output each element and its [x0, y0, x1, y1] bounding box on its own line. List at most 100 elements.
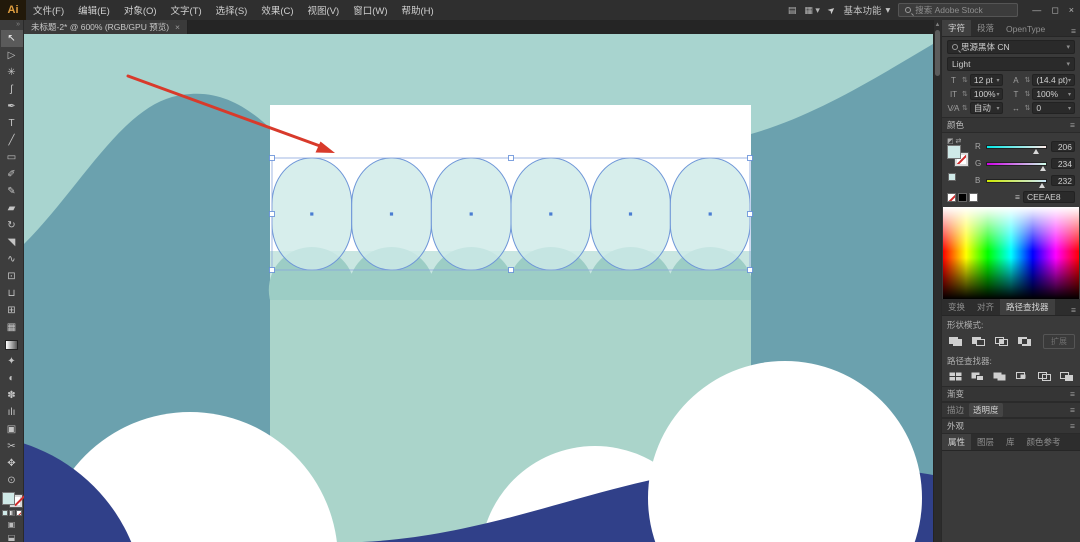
tab-transparency[interactable]: 透明度 [969, 403, 1003, 417]
color-panel-header[interactable]: 颜色 ≡ [942, 117, 1080, 133]
rectangle-tool[interactable]: ▭ [1, 149, 23, 166]
hex-value-field[interactable]: CEEAE8 [1023, 191, 1075, 203]
perspective-grid-tool[interactable]: ⊞ [1, 302, 23, 319]
minus-front-button[interactable] [970, 335, 987, 348]
crop-button[interactable] [1014, 370, 1030, 383]
menu-object[interactable]: 对象(O) [117, 0, 164, 20]
tab-pathfinder[interactable]: 路径查找器 [1000, 299, 1055, 315]
menu-help[interactable]: 帮助(H) [395, 0, 441, 20]
none-swatch[interactable] [947, 192, 956, 202]
tab-opentype[interactable]: OpenType [1000, 22, 1051, 36]
none-mode-icon[interactable] [15, 510, 22, 516]
canvas-vertical-scrollbar[interactable]: ▲ [933, 20, 941, 542]
red-value[interactable]: 206 [1051, 141, 1075, 152]
share-icon[interactable]: ➤ [825, 3, 838, 16]
stepper-icon[interactable]: ⇅ [962, 90, 968, 98]
leading-field[interactable]: A ⇅ (14.4 pt) ▾ [1009, 74, 1075, 86]
trim-button[interactable] [969, 370, 985, 383]
eyedropper-tool[interactable]: ✦ [1, 353, 23, 370]
mesh-tool[interactable]: ▦ [1, 319, 23, 336]
tab-libraries[interactable]: 库 [1000, 434, 1021, 450]
width-tool[interactable]: ∿ [1, 251, 23, 268]
free-transform-tool[interactable]: ⊡ [1, 268, 23, 285]
close-button[interactable]: × [1069, 5, 1074, 16]
drawing-mode-icon[interactable]: ▣ [8, 520, 16, 529]
exclude-button[interactable] [1016, 335, 1033, 348]
menu-select[interactable]: 选择(S) [209, 0, 255, 20]
selection-tool[interactable]: ↖ [0, 30, 23, 47]
red-slider[interactable] [986, 144, 1047, 154]
stepper-icon[interactable]: ⇅ [962, 104, 968, 112]
slice-tool[interactable]: ✂ [1, 438, 23, 455]
horizontal-scale-field[interactable]: T ⇅ 100% ▾ [1009, 88, 1075, 100]
tab-paragraph[interactable]: 段落 [971, 20, 1000, 36]
zoom-tool[interactable]: ⊙ [1, 472, 23, 489]
merge-button[interactable] [992, 370, 1008, 383]
vertical-scale-field[interactable]: IT ⇅ 100% ▾ [947, 88, 1004, 100]
stroke-transparency-header[interactable]: 描边 透明度 ≡ [942, 402, 1080, 418]
tab-close-icon[interactable]: × [175, 22, 180, 32]
minus-back-button[interactable] [1059, 370, 1075, 383]
green-value[interactable]: 234 [1051, 158, 1075, 169]
fill-proxy[interactable] [947, 145, 961, 159]
document-arrange-icon[interactable]: ▤ [788, 5, 797, 16]
hand-tool[interactable]: ✥ [1, 455, 23, 472]
font-size-field[interactable]: T ⇅ 12 pt ▾ [947, 74, 1004, 86]
menu-file[interactable]: 文件(F) [26, 0, 71, 20]
appearance-panel-header[interactable]: 外观 ≡ [942, 418, 1080, 434]
font-family-select[interactable]: 思源黑体 CN ▾ [947, 40, 1075, 54]
last-color-swatch[interactable] [948, 173, 956, 181]
panel-menu-icon[interactable]: ≡ [1071, 26, 1080, 36]
menu-type[interactable]: 文字(T) [164, 0, 209, 20]
line-segment-tool[interactable]: ╱ [1, 132, 23, 149]
fill-stroke-toggle-icon[interactable]: ◩ ⇄ [947, 137, 961, 145]
gradient-panel-header[interactable]: 渐变 ≡ [942, 386, 1080, 402]
menu-edit[interactable]: 编辑(E) [71, 0, 117, 20]
panel-menu-icon[interactable]: ≡ [1070, 389, 1075, 399]
restore-button[interactable]: ◻ [1051, 5, 1058, 16]
document-tab[interactable]: 未标题-2* @ 600% (RGB/GPU 预览) × [24, 20, 189, 34]
pen-tool[interactable]: ✒ [1, 98, 23, 115]
gradient-mode-icon[interactable] [8, 510, 15, 516]
panel-menu-icon[interactable]: ≡ [1070, 405, 1075, 415]
outline-button[interactable] [1036, 370, 1052, 383]
direct-selection-tool[interactable]: ▷ [1, 47, 23, 64]
column-graph-tool[interactable]: ılı [1, 404, 23, 421]
artboard-tool[interactable]: ▣ [1, 421, 23, 438]
black-swatch[interactable] [958, 192, 967, 202]
menu-view[interactable]: 视图(V) [301, 0, 347, 20]
unite-button[interactable] [947, 335, 964, 348]
panel-menu-icon[interactable]: ≡ [1070, 120, 1075, 130]
fill-stroke-widget[interactable] [1, 492, 23, 508]
scale-tool[interactable]: ◥ [1, 234, 23, 251]
tab-color-guide[interactable]: 颜色参考 [1021, 434, 1067, 450]
scrollbar-thumb[interactable] [935, 30, 940, 76]
green-slider[interactable] [986, 161, 1047, 171]
pencil-tool[interactable]: ✎ [1, 183, 23, 200]
shape-builder-tool[interactable]: ⊔ [1, 285, 23, 302]
scroll-up-icon[interactable]: ▲ [935, 20, 941, 30]
color-spectrum[interactable] [943, 207, 1079, 299]
magic-wand-tool[interactable]: ✳ [1, 64, 23, 81]
kerning-field[interactable]: V⁄A ⇅ 自动 ▾ [947, 102, 1004, 114]
tab-transform[interactable]: 变换 [942, 299, 971, 315]
fill-swatch[interactable] [1, 492, 15, 505]
stepper-icon[interactable]: ⇅ [1024, 76, 1030, 84]
intersect-button[interactable] [993, 335, 1010, 348]
stepper-icon[interactable]: ⇅ [1024, 104, 1030, 112]
tab-align[interactable]: 对齐 [971, 299, 1000, 315]
tracking-field[interactable]: ↔ ⇅ 0 ▾ [1009, 102, 1075, 114]
menu-window[interactable]: 窗口(W) [346, 0, 394, 20]
color-mode-icon[interactable] [1, 510, 8, 516]
toolbar-collapse-icon[interactable]: » [16, 20, 23, 30]
rotate-tool[interactable]: ↻ [1, 217, 23, 234]
stepper-icon[interactable]: ⇅ [962, 76, 968, 84]
workspace-switcher[interactable]: 基本功能 ▾ [843, 3, 890, 18]
gradient-tool[interactable] [1, 336, 23, 353]
search-input[interactable]: 搜索 Adobe Stock [898, 3, 1019, 17]
tab-layers[interactable]: 图层 [971, 434, 1000, 450]
type-tool[interactable]: T [1, 115, 23, 132]
stepper-icon[interactable]: ⇅ [1024, 90, 1030, 98]
blue-slider[interactable] [986, 178, 1047, 188]
blue-value[interactable]: 232 [1051, 175, 1075, 186]
